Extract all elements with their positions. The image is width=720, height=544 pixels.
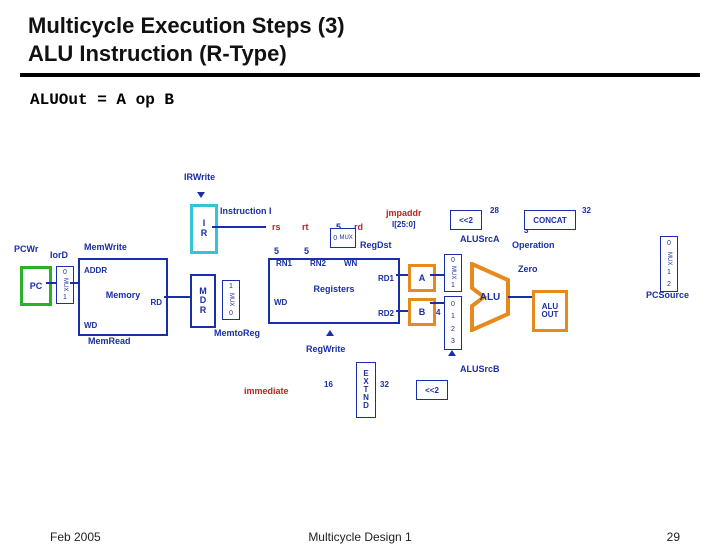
mux-1d: 1 bbox=[451, 282, 455, 289]
wire-mem-mdr bbox=[164, 296, 190, 298]
bits-28: 28 bbox=[490, 206, 499, 215]
rt-field: rt bbox=[302, 222, 309, 232]
bits-32b: 32 bbox=[582, 206, 591, 215]
mux-2f: 2 bbox=[667, 281, 671, 288]
shiftleft2-jump: <<2 bbox=[450, 210, 482, 230]
const-4: 4 bbox=[436, 308, 440, 317]
pc-block: PC bbox=[20, 266, 52, 306]
operation-signal: Operation bbox=[512, 240, 555, 250]
wire-rd2-b bbox=[396, 310, 408, 312]
bits-16: 16 bbox=[324, 380, 333, 389]
zero-signal: Zero bbox=[518, 264, 538, 274]
alusrcb-arrow bbox=[448, 350, 456, 356]
wire-alu-out bbox=[508, 296, 532, 298]
alu-text: ALU bbox=[480, 292, 501, 303]
wd2-port: WD bbox=[274, 298, 287, 307]
title-line-2: ALU Instruction (R-Type) bbox=[28, 40, 720, 68]
alusrcb-signal: ALUSrcB bbox=[460, 364, 500, 374]
mux-label-b: MUX bbox=[228, 293, 234, 306]
title-line-1: Multicycle Execution Steps (3) bbox=[28, 12, 720, 40]
wn-port: WN bbox=[344, 259, 357, 268]
aluout-block: ALU OUT bbox=[532, 290, 568, 332]
instruction-label: Instruction I bbox=[220, 206, 272, 216]
irwrite-arrow bbox=[197, 192, 205, 198]
memwrite-signal: MemWrite bbox=[84, 242, 127, 252]
regdst-mux: 0 MUX bbox=[330, 228, 356, 248]
memread-signal: MemRead bbox=[88, 336, 131, 346]
mux-0c: 0 bbox=[333, 235, 337, 242]
wire-ir-out bbox=[212, 226, 266, 228]
mux-label-d: MUX bbox=[450, 266, 456, 279]
wire-pc-mux bbox=[46, 282, 56, 284]
rd1-port: RD1 bbox=[378, 274, 394, 283]
mux-0d: 0 bbox=[451, 257, 455, 264]
alusrcb-mux: 0 1 2 3 bbox=[444, 296, 462, 350]
i250-label: I[25:0] bbox=[392, 220, 416, 229]
irwrite-signal: IRWrite bbox=[184, 172, 215, 182]
datapath-diagram: PC PCWr 0 MUX 1 IorD ADDR Memory RD WD M… bbox=[20, 170, 700, 460]
mux-1f: 1 bbox=[667, 269, 671, 276]
memtoreg-mux: 1 MUX 0 bbox=[222, 280, 240, 320]
regdst-signal: RegDst bbox=[360, 240, 392, 250]
a-latch: A bbox=[408, 264, 436, 292]
ir-block: I R bbox=[190, 204, 218, 254]
rd-port: RD bbox=[150, 298, 162, 307]
mux-1e: 1 bbox=[451, 313, 455, 320]
bits-5a: 5 bbox=[274, 246, 279, 256]
mux-0f: 0 bbox=[667, 240, 671, 247]
mux-3e: 3 bbox=[451, 338, 455, 345]
regwrite-signal: RegWrite bbox=[306, 344, 345, 354]
immediate-field: immediate bbox=[244, 386, 289, 396]
mux-2e: 2 bbox=[451, 326, 455, 333]
pcwr-signal: PCWr bbox=[14, 244, 38, 254]
addr-port: ADDR bbox=[84, 266, 107, 275]
alu-expression: ALUOut = A op B bbox=[0, 77, 720, 109]
wire-a-mux bbox=[430, 274, 444, 276]
rd2-port: RD2 bbox=[378, 309, 394, 318]
alusrca-mux: 0 MUX 1 bbox=[444, 254, 462, 292]
mux-0b: 0 bbox=[229, 310, 233, 317]
rs-field: rs bbox=[272, 222, 281, 232]
memtoreg-signal: MemtoReg bbox=[214, 328, 260, 338]
mux-0: 0 bbox=[63, 269, 67, 276]
mux-1: 1 bbox=[63, 294, 67, 301]
mux-label: MUX bbox=[62, 278, 68, 291]
footer-center: Multicycle Design 1 bbox=[308, 530, 411, 544]
iord-mux: 0 MUX 1 bbox=[56, 266, 74, 304]
mux-1b: 1 bbox=[229, 283, 233, 290]
regwrite-arrow bbox=[326, 330, 334, 336]
pcsource-signal: PCSource bbox=[646, 290, 689, 300]
wire-rd1-a bbox=[396, 274, 408, 276]
footer-date: Feb 2005 bbox=[50, 530, 101, 544]
memory-block: ADDR Memory RD WD bbox=[78, 258, 168, 336]
extnd-block: E X T N D bbox=[356, 362, 376, 418]
registers-label: Registers bbox=[270, 284, 398, 294]
mux-0e: 0 bbox=[451, 301, 455, 308]
iord-signal: IorD bbox=[50, 250, 68, 260]
rn2-port: RN2 bbox=[310, 259, 326, 268]
alusrca-signal: ALUSrcA bbox=[460, 234, 500, 244]
wire-mux-mem bbox=[70, 282, 78, 284]
mdr-block: M D R bbox=[190, 274, 216, 328]
mux-label-c: MUX bbox=[339, 235, 352, 241]
jmpaddr-field: jmpaddr bbox=[386, 208, 422, 218]
bits-32a: 32 bbox=[380, 380, 389, 389]
concat-block: CONCAT bbox=[524, 210, 576, 230]
shiftleft2-branch: <<2 bbox=[416, 380, 448, 400]
pcsource-mux: 0 MUX 1 2 bbox=[660, 236, 678, 292]
bits-5b: 5 bbox=[304, 246, 309, 256]
wd-port: WD bbox=[84, 321, 97, 330]
mux-label-f: MUX bbox=[666, 252, 672, 265]
rn1-port: RN1 bbox=[276, 259, 292, 268]
wire-b-mux bbox=[430, 302, 444, 304]
registers-block: RN1 RN2 WN Registers WD RD1 RD2 bbox=[268, 258, 400, 324]
footer-page: 29 bbox=[667, 530, 680, 544]
